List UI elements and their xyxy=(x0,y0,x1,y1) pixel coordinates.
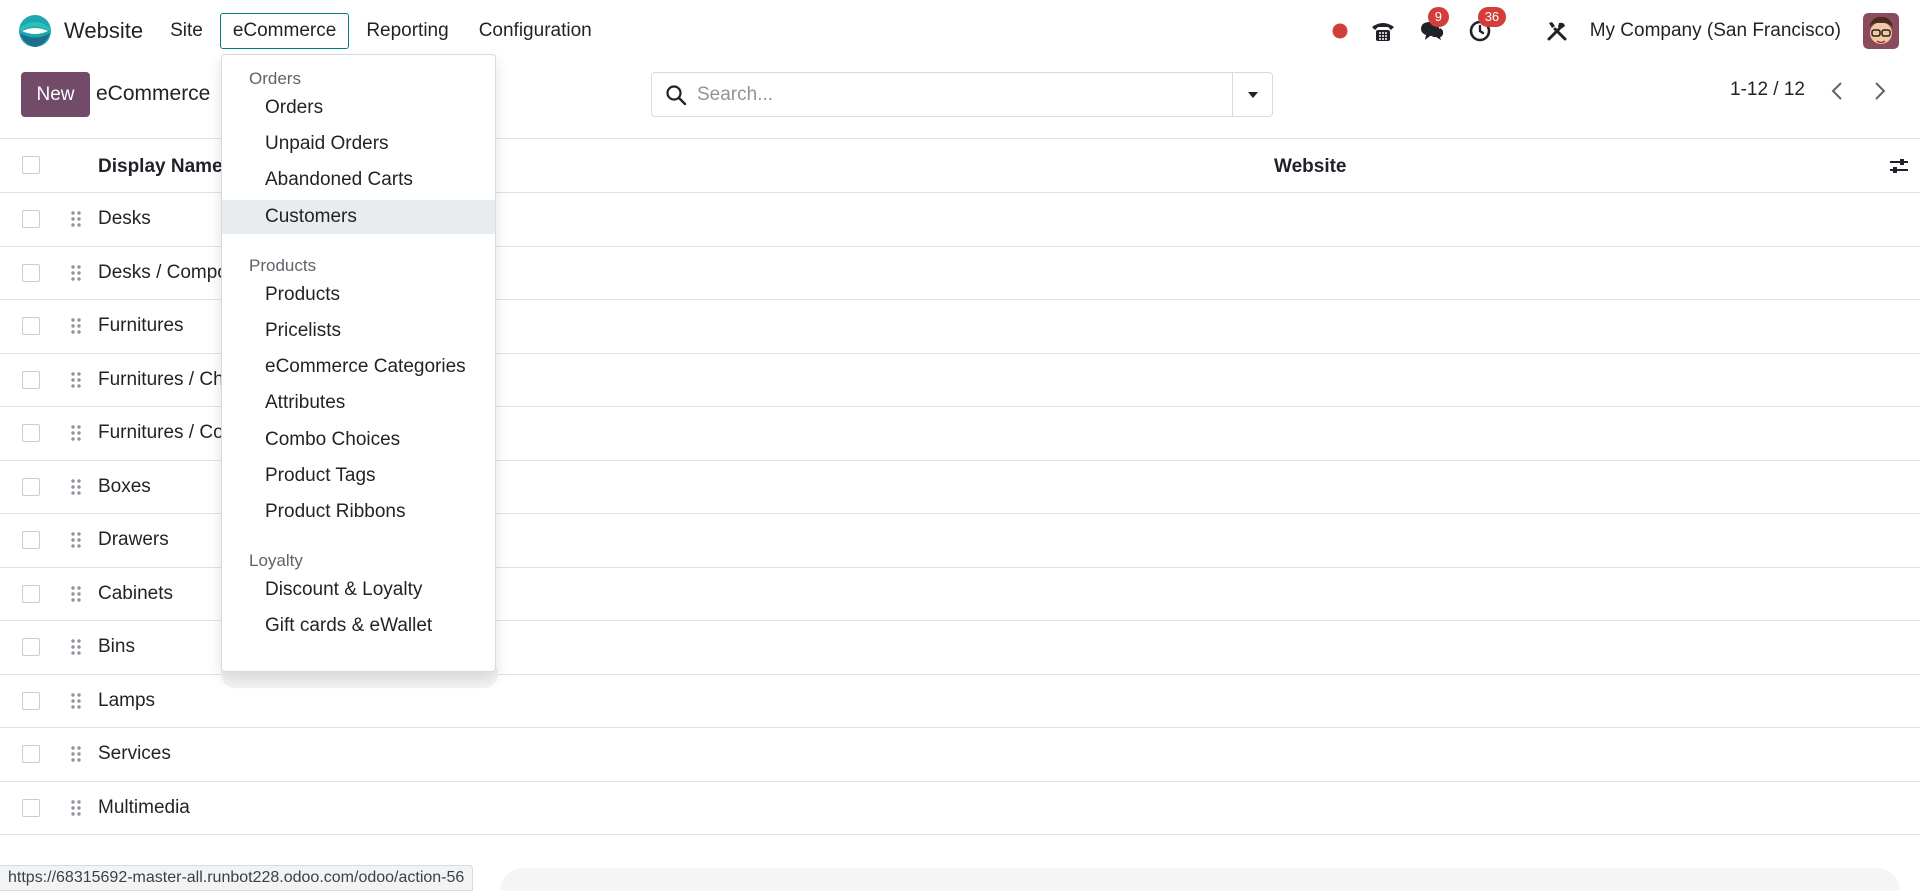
row-checkbox[interactable] xyxy=(22,691,40,710)
table-row[interactable]: Multimedia xyxy=(0,782,1920,835)
drag-handle-icon[interactable] xyxy=(70,478,82,496)
table-row[interactable]: Services xyxy=(0,728,1920,782)
drag-handle-icon[interactable] xyxy=(70,638,82,656)
top-navbar: Website Site eCommerce Reporting Configu… xyxy=(0,0,1920,61)
row-checkbox[interactable] xyxy=(22,531,40,549)
caret-down-icon xyxy=(1247,91,1258,98)
drag-handle-icon[interactable] xyxy=(70,585,82,603)
dropdown-item-combo-choices[interactable]: Combo Choices xyxy=(222,423,495,457)
drag-handle-icon[interactable] xyxy=(70,371,82,389)
cell-display-name: Furnitures xyxy=(98,315,184,336)
cell-display-name: Furnitures / Ch xyxy=(98,368,224,390)
row-checkbox[interactable] xyxy=(22,798,40,817)
user-avatar[interactable] xyxy=(1863,12,1899,49)
row-checkbox[interactable] xyxy=(22,638,40,656)
drag-handle-icon[interactable] xyxy=(70,264,82,282)
dropdown-item-pricelists[interactable]: Pricelists xyxy=(222,314,495,348)
dropdown-item-abandoned-carts[interactable]: Abandoned Carts xyxy=(222,163,495,197)
activities-badge: 36 xyxy=(1477,6,1507,27)
select-all-checkbox[interactable] xyxy=(22,156,40,174)
cell-display-name: Bins xyxy=(98,636,135,657)
app-brand[interactable]: Website xyxy=(18,14,143,48)
status-bar-url: https://68315692-master-all.runbot228.od… xyxy=(0,865,474,891)
cell-display-name: Boxes xyxy=(98,475,151,497)
row-checkbox[interactable] xyxy=(22,370,40,389)
cell-display-name: Services xyxy=(98,743,171,764)
messages-icon[interactable]: 9 xyxy=(1418,6,1449,43)
dropdown-item-product-ribbons[interactable]: Product Ribbons xyxy=(222,495,495,529)
drag-handle-icon[interactable] xyxy=(70,692,82,710)
cell-display-name: Cabinets xyxy=(98,582,173,604)
dropdown-item-product-tags[interactable]: Product Tags xyxy=(222,459,495,493)
menu-reporting[interactable]: Reporting xyxy=(353,13,461,49)
activities-icon[interactable]: 36 xyxy=(1468,6,1507,43)
pager-value[interactable]: 1-12 / 12 xyxy=(1730,79,1805,101)
cell-display-name: Desks xyxy=(98,208,151,229)
ecommerce-dropdown-menu: Orders Orders Unpaid Orders Abandoned Carts… xyxy=(221,54,496,672)
cell-display-name: Drawers xyxy=(98,529,169,550)
column-header-display-name[interactable]: Display Name xyxy=(98,156,223,178)
dropdown-section-header: Loyalty xyxy=(249,551,303,571)
search-options-toggle[interactable] xyxy=(1232,73,1272,116)
cell-display-name: Lamps xyxy=(98,689,156,711)
dropdown-item-attributes[interactable]: Attributes xyxy=(222,386,495,420)
optional-columns-icon[interactable] xyxy=(1888,155,1910,177)
cell-display-name: Multimedia xyxy=(98,796,190,818)
dropdown-item-unpaid-orders[interactable]: Unpaid Orders xyxy=(222,127,495,161)
dropdown-item-customers[interactable]: Customers xyxy=(222,199,495,234)
row-checkbox[interactable] xyxy=(22,424,40,442)
menu-ecommerce[interactable]: eCommerce xyxy=(219,12,350,49)
dropdown-item-orders[interactable]: Orders xyxy=(222,91,495,125)
phone-icon[interactable] xyxy=(1370,19,1396,43)
menu-site[interactable]: Site xyxy=(157,13,216,49)
cell-display-name: Furnitures / Co xyxy=(98,422,224,443)
row-checkbox[interactable] xyxy=(22,584,40,603)
pager-previous-button[interactable] xyxy=(1825,78,1849,104)
dropdown-section-header: Products xyxy=(249,255,317,275)
drag-handle-icon[interactable] xyxy=(70,424,82,442)
main-menu: Site eCommerce Reporting Configuration xyxy=(157,12,609,49)
recording-dot-icon[interactable] xyxy=(1332,23,1348,39)
dropdown-item-ecommerce-categories[interactable]: eCommerce Categories xyxy=(222,350,495,384)
row-checkbox[interactable] xyxy=(22,263,40,282)
row-checkbox[interactable] xyxy=(22,477,40,496)
chevron-right-icon xyxy=(1875,82,1886,100)
menu-configuration[interactable]: Configuration xyxy=(466,13,605,49)
column-header-website[interactable]: Website xyxy=(1274,156,1347,178)
row-checkbox[interactable] xyxy=(22,317,40,335)
systray: 9 36 My Company (San Francisco) xyxy=(1332,0,1920,61)
dropdown-section-header: Orders xyxy=(249,69,301,88)
drag-handle-icon[interactable] xyxy=(70,210,82,228)
drag-handle-icon[interactable] xyxy=(70,317,82,335)
bottom-fade xyxy=(500,868,1900,891)
dropdown-item-discount-loyalty[interactable]: Discount & Loyalty xyxy=(222,573,495,607)
row-checkbox[interactable] xyxy=(22,210,40,228)
search-bar xyxy=(651,72,1273,117)
search-input[interactable] xyxy=(697,83,1227,106)
row-checkbox[interactable] xyxy=(22,745,40,763)
app-name: Website xyxy=(64,17,144,43)
drag-handle-icon[interactable] xyxy=(70,745,82,763)
page-title: eCommerce xyxy=(96,82,211,105)
dropdown-item-gift-cards-ewallet[interactable]: Gift cards & eWallet xyxy=(222,609,495,643)
company-switcher[interactable]: My Company (San Francisco) xyxy=(1590,20,1841,42)
tools-icon[interactable] xyxy=(1546,20,1568,42)
messages-badge: 9 xyxy=(1427,6,1449,27)
search-icon[interactable] xyxy=(665,84,687,106)
new-button[interactable]: New xyxy=(21,72,90,117)
website-app-icon xyxy=(19,14,51,47)
cell-display-name: Desks / Compo xyxy=(98,261,228,283)
chevron-left-icon xyxy=(1831,82,1842,100)
drag-handle-icon[interactable] xyxy=(70,799,82,817)
drag-handle-icon[interactable] xyxy=(70,531,82,549)
dropdown-item-products[interactable]: Products xyxy=(222,278,495,312)
pager-next-button[interactable] xyxy=(1868,78,1892,104)
